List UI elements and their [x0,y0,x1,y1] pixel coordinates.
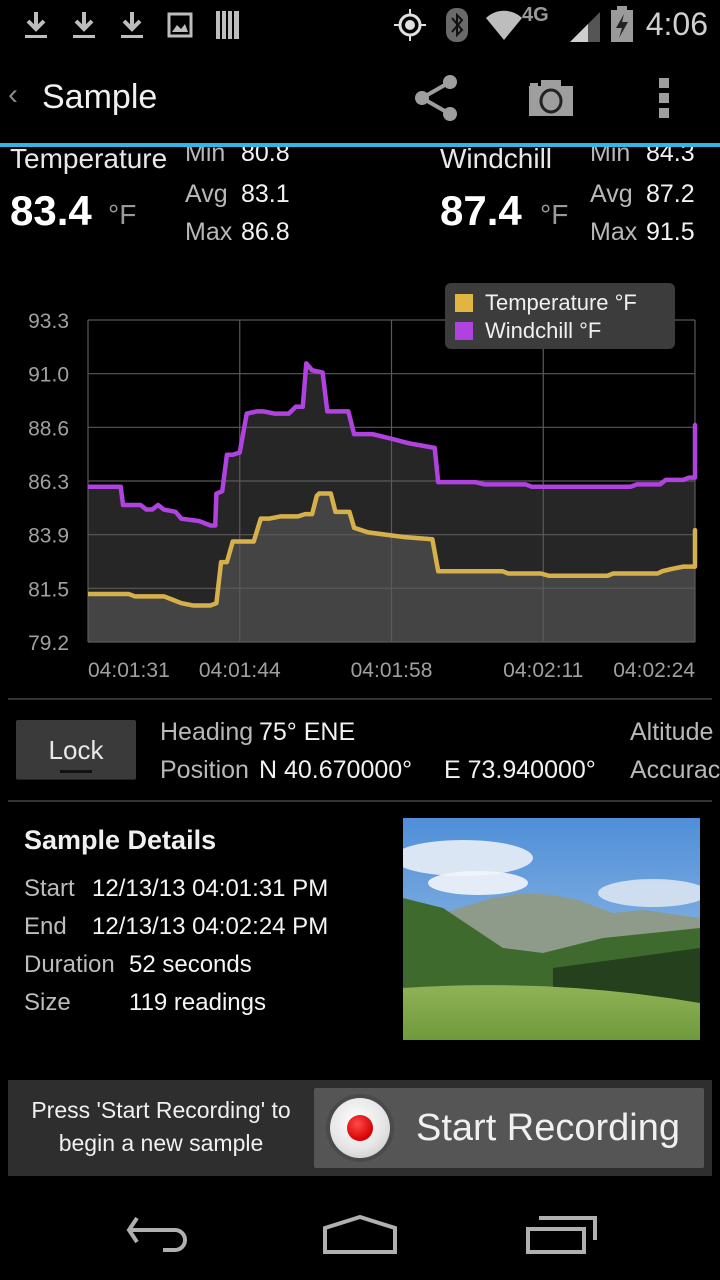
gps-icon [394,9,426,41]
temperature-max-label: Max [185,218,233,246]
legend-label-temperature: Temperature °F [485,290,637,315]
camera-button[interactable] [521,70,581,126]
download-icon [25,12,47,38]
windchill-value: 87.4 [440,187,522,234]
windchill-min-value: 84.3 [646,147,695,167]
temperature-label: Temperature [10,147,168,174]
x-tick-label: 04:02:11 [503,659,583,682]
legend-item-temperature: Temperature °F [455,289,637,317]
x-tick-label: 04:01:31 [88,659,170,682]
temperature-avg-value: 83.1 [241,180,290,208]
y-tick-label: 86.3 [28,471,69,494]
sample-photo[interactable] [403,818,700,1040]
status-bar: 4G 4:06 [0,0,720,50]
detail-value-duration: 52 seconds [129,951,252,978]
lock-indicator [60,770,92,773]
record-bar: Press 'Start Recording' to begin a new s… [8,1080,712,1176]
4g-lte-icon: 4G [522,4,549,26]
location-panel: Lock Heading 75° ENE Position N 40.67000… [0,702,720,800]
navigation-bar [0,1190,720,1280]
sample-chart[interactable]: 93.3 91.0 88.6 86.3 83.9 81.5 79.2 04:01:31 04:0… [0,270,720,700]
y-tick-label: 91.0 [28,364,69,387]
windchill-avg-value: 87.2 [646,180,695,208]
recent-apps-icon [526,1216,597,1254]
y-tick-label: 88.6 [28,417,69,440]
detail-label-start: Start [24,875,75,902]
divider [8,800,712,802]
detail-value-size: 119 readings [129,989,266,1016]
start-recording-button[interactable]: Start Recording [314,1088,704,1168]
temperature-min-label: Min [185,147,226,167]
legend-item-windchill: Windchill °F [455,317,601,345]
y-tick-label: 83.9 [28,525,69,548]
legend-label-windchill: Windchill °F [485,318,602,343]
lock-button[interactable]: Lock [16,720,136,780]
overflow-menu-icon [659,78,669,118]
x-tick-label: 04:01:44 [199,659,281,682]
divider [8,698,712,700]
share-icon [415,75,457,121]
start-recording-label: Start Recording [416,1106,681,1149]
position-longitude: E 73.940000° [444,756,596,784]
download-icon [121,12,143,38]
wifi-icon [486,10,522,40]
share-button[interactable] [406,70,466,126]
accuracy-label: Accurac [630,756,720,784]
sample-details: Sample Details Start 12/13/13 04:01:31 P… [0,805,400,1055]
temperature-min-value: 80.8 [241,147,290,167]
detail-label-duration: Duration [24,951,115,978]
position-label: Position [160,756,249,784]
altitude-label: Altitude [630,718,714,746]
sample-photo-image [403,818,700,1040]
windchill-max-value: 91.5 [646,218,695,246]
y-tick-label: 93.3 [28,310,69,333]
detail-value-end: 12/13/13 04:02:24 PM [92,913,329,940]
home-icon [323,1215,397,1254]
record-icon [330,1098,390,1158]
y-tick-label: 81.5 [28,578,69,601]
detail-value-start: 12/13/13 04:01:31 PM [92,875,329,902]
clock: 4:06 [645,6,708,42]
action-bar: ‹ Sample [0,50,720,147]
back-button[interactable] [110,1205,210,1265]
legend-swatch-temperature [455,294,473,312]
record-hint: Press 'Start Recording' to begin a new s… [31,1097,291,1156]
recent-apps-button[interactable] [512,1205,612,1265]
windchill-unit: °F [540,199,569,230]
detail-label-end: End [24,913,67,940]
heading-value: 75° ENE [259,718,356,746]
sample-details-title: Sample Details [24,825,217,855]
image-icon [167,12,193,38]
heading-label: Heading [160,718,254,746]
y-tick-label: 79.2 [28,632,69,655]
overflow-menu-button[interactable] [634,70,694,126]
temperature-value: 83.4 [10,187,92,234]
position-latitude: N 40.670000° [259,756,413,784]
camera-icon [529,80,573,116]
temperature-avg-label: Avg [185,180,228,208]
temperature-max-value: 86.8 [241,218,290,246]
page-title[interactable]: Sample [42,78,157,117]
windchill-avg-label: Avg [590,180,633,208]
x-tick-label: 04:02:24 [613,659,695,682]
signal-icon [570,12,600,42]
detail-label-size: Size [24,989,71,1016]
stats-header: Temperature 83.4 °F Min 80.8 Avg 83.1 Ma… [0,147,720,257]
legend-swatch-windchill [455,322,473,340]
back-icon [126,1216,187,1252]
lock-button-label: Lock [48,734,104,765]
windchill-min-label: Min [590,147,631,167]
bluetooth-icon [446,8,468,42]
up-navigation-icon[interactable]: ‹ [8,78,18,112]
battery-charging-icon [611,6,633,42]
home-button[interactable] [310,1205,410,1265]
windchill-max-label: Max [590,218,638,246]
barcode-icon [216,11,239,39]
temperature-unit: °F [108,199,137,230]
download-icon [73,12,95,38]
chart-legend: Temperature °F Windchill °F [445,283,675,349]
windchill-label: Windchill [440,147,553,174]
x-tick-label: 04:01:58 [351,659,433,682]
